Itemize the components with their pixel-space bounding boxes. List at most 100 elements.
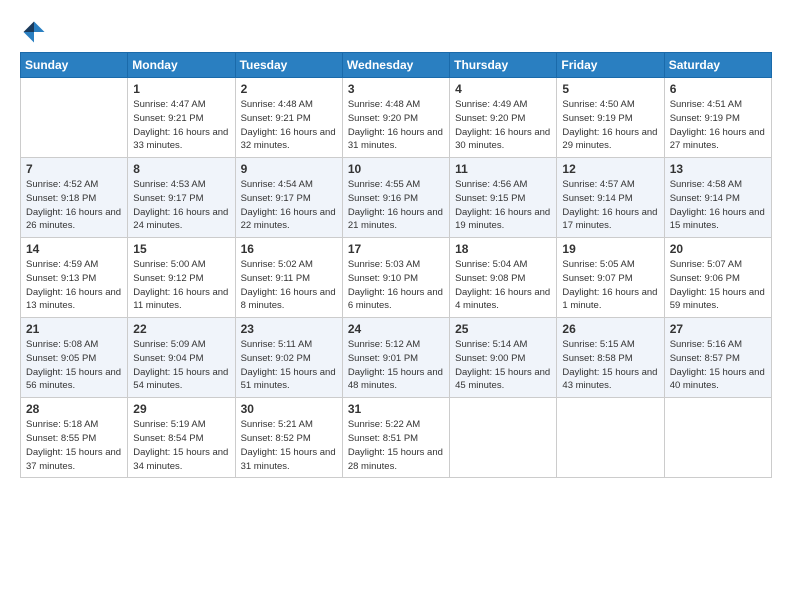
day-info: Sunrise: 5:00 AMSunset: 9:12 PMDaylight:… — [133, 258, 229, 313]
calendar-cell: 12Sunrise: 4:57 AMSunset: 9:14 PMDayligh… — [557, 158, 664, 238]
calendar-cell: 9 Sunrise: 4:54 AMSunset: 9:17 PMDaylight… — [235, 158, 342, 238]
calendar-cell: 19 Sunrise: 5:05 AMSunset: 9:07 PMDayligh… — [557, 238, 664, 318]
calendar-cell: 26Sunrise: 5:15 AMSunset: 8:58 PMDayligh… — [557, 318, 664, 398]
weekday-header-tuesday: Tuesday — [235, 53, 342, 78]
calendar-cell: 27 Sunrise: 5:16 AMSunset: 8:57 PMDayligh… — [664, 318, 771, 398]
day-info: Sunrise: 5:05 AMSunset: 9:07 PMDaylight:… — [562, 258, 658, 313]
day-number: 11 — [455, 162, 551, 176]
day-info: Sunrise: 5:12 AMSunset: 9:01 PMDaylight:… — [348, 338, 444, 393]
day-number: 2 — [241, 82, 337, 96]
day-number: 30 — [241, 402, 337, 416]
calendar-cell: 17Sunrise: 5:03 AMSunset: 9:10 PMDayligh… — [342, 238, 449, 318]
weekday-header-thursday: Thursday — [450, 53, 557, 78]
calendar-cell: 7 Sunrise: 4:52 AMSunset: 9:18 PMDaylight… — [21, 158, 128, 238]
calendar-cell: 21Sunrise: 5:08 AMSunset: 9:05 PMDayligh… — [21, 318, 128, 398]
day-info: Sunrise: 4:53 AMSunset: 9:17 PMDaylight:… — [133, 178, 229, 233]
day-number: 5 — [562, 82, 658, 96]
day-info: Sunrise: 5:07 AMSunset: 9:06 PMDaylight:… — [670, 258, 766, 313]
day-number: 23 — [241, 322, 337, 336]
calendar-cell: 1Sunrise: 4:47 AMSunset: 9:21 PMDaylight… — [128, 78, 235, 158]
calendar-cell: 25Sunrise: 5:14 AMSunset: 9:00 PMDayligh… — [450, 318, 557, 398]
day-number: 9 — [241, 162, 337, 176]
weekday-header-monday: Monday — [128, 53, 235, 78]
day-number: 6 — [670, 82, 766, 96]
day-number: 12 — [562, 162, 658, 176]
calendar-cell: 28 Sunrise: 5:18 AMSunset: 8:55 PMDayligh… — [21, 398, 128, 478]
day-info: Sunrise: 5:04 AMSunset: 9:08 PMDaylight:… — [455, 258, 551, 313]
day-number: 14 — [26, 242, 122, 256]
day-number: 16 — [241, 242, 337, 256]
calendar-cell: 23 Sunrise: 5:11 AMSunset: 9:02 PMDayligh… — [235, 318, 342, 398]
day-info: Sunrise: 4:50 AMSunset: 9:19 PMDaylight:… — [562, 98, 658, 153]
day-info: Sunrise: 4:48 AMSunset: 9:20 PMDaylight:… — [348, 98, 444, 153]
day-number: 25 — [455, 322, 551, 336]
day-info: Sunrise: 4:59 AMSunset: 9:13 PMDaylight:… — [26, 258, 122, 313]
day-number: 7 — [26, 162, 122, 176]
day-number: 13 — [670, 162, 766, 176]
page: SundayMondayTuesdayWednesdayThursdayFrid… — [0, 0, 792, 612]
day-info: Sunrise: 4:58 AMSunset: 9:14 PMDaylight:… — [670, 178, 766, 233]
calendar-cell: 24 Sunrise: 5:12 AMSunset: 9:01 PMDayligh… — [342, 318, 449, 398]
calendar-cell — [450, 398, 557, 478]
weekday-header-sunday: Sunday — [21, 53, 128, 78]
day-number: 24 — [348, 322, 444, 336]
day-number: 1 — [133, 82, 229, 96]
day-info: Sunrise: 4:52 AMSunset: 9:18 PMDaylight:… — [26, 178, 122, 233]
calendar-cell: 4Sunrise: 4:49 AMSunset: 9:20 PMDaylight… — [450, 78, 557, 158]
day-info: Sunrise: 4:54 AMSunset: 9:17 PMDaylight:… — [241, 178, 337, 233]
day-number: 29 — [133, 402, 229, 416]
calendar-table: SundayMondayTuesdayWednesdayThursdayFrid… — [20, 52, 772, 478]
calendar-header: SundayMondayTuesdayWednesdayThursdayFrid… — [21, 53, 772, 78]
calendar-cell — [21, 78, 128, 158]
day-info: Sunrise: 5:16 AMSunset: 8:57 PMDaylight:… — [670, 338, 766, 393]
calendar-cell: 13 Sunrise: 4:58 AMSunset: 9:14 PMDayligh… — [664, 158, 771, 238]
calendar-week-2: 7 Sunrise: 4:52 AMSunset: 9:18 PMDaylight… — [21, 158, 772, 238]
calendar-week-3: 14 Sunrise: 4:59 AMSunset: 9:13 PMDayligh… — [21, 238, 772, 318]
logo — [20, 18, 52, 46]
calendar-cell: 29 Sunrise: 5:19 AMSunset: 8:54 PMDayligh… — [128, 398, 235, 478]
calendar-cell: 5 Sunrise: 4:50 AMSunset: 9:19 PMDaylight… — [557, 78, 664, 158]
day-info: Sunrise: 5:19 AMSunset: 8:54 PMDaylight:… — [133, 418, 229, 473]
calendar-cell: 11 Sunrise: 4:56 AMSunset: 9:15 PMDayligh… — [450, 158, 557, 238]
day-number: 19 — [562, 242, 658, 256]
day-number: 26 — [562, 322, 658, 336]
calendar-cell — [664, 398, 771, 478]
calendar-cell: 18 Sunrise: 5:04 AMSunset: 9:08 PMDayligh… — [450, 238, 557, 318]
day-number: 31 — [348, 402, 444, 416]
day-info: Sunrise: 5:21 AMSunset: 8:52 PMDaylight:… — [241, 418, 337, 473]
logo-icon — [20, 18, 48, 46]
calendar-week-1: 1Sunrise: 4:47 AMSunset: 9:21 PMDaylight… — [21, 78, 772, 158]
day-number: 8 — [133, 162, 229, 176]
calendar-cell: 14 Sunrise: 4:59 AMSunset: 9:13 PMDayligh… — [21, 238, 128, 318]
calendar-cell: 15 Sunrise: 5:00 AMSunset: 9:12 PMDayligh… — [128, 238, 235, 318]
calendar-cell: 8 Sunrise: 4:53 AMSunset: 9:17 PMDaylight… — [128, 158, 235, 238]
day-number: 28 — [26, 402, 122, 416]
calendar-cell: 20Sunrise: 5:07 AMSunset: 9:06 PMDayligh… — [664, 238, 771, 318]
calendar-cell — [557, 398, 664, 478]
day-info: Sunrise: 5:09 AMSunset: 9:04 PMDaylight:… — [133, 338, 229, 393]
day-info: Sunrise: 4:55 AMSunset: 9:16 PMDaylight:… — [348, 178, 444, 233]
day-number: 15 — [133, 242, 229, 256]
day-number: 22 — [133, 322, 229, 336]
calendar-week-5: 28 Sunrise: 5:18 AMSunset: 8:55 PMDayligh… — [21, 398, 772, 478]
day-info: Sunrise: 5:18 AMSunset: 8:55 PMDaylight:… — [26, 418, 122, 473]
calendar-cell: 22 Sunrise: 5:09 AMSunset: 9:04 PMDayligh… — [128, 318, 235, 398]
calendar-cell: 2Sunrise: 4:48 AMSunset: 9:21 PMDaylight… — [235, 78, 342, 158]
weekday-header-saturday: Saturday — [664, 53, 771, 78]
day-number: 27 — [670, 322, 766, 336]
day-number: 21 — [26, 322, 122, 336]
day-info: Sunrise: 5:11 AMSunset: 9:02 PMDaylight:… — [241, 338, 337, 393]
calendar-cell: 30 Sunrise: 5:21 AMSunset: 8:52 PMDayligh… — [235, 398, 342, 478]
day-number: 3 — [348, 82, 444, 96]
day-info: Sunrise: 4:49 AMSunset: 9:20 PMDaylight:… — [455, 98, 551, 153]
calendar-cell: 3 Sunrise: 4:48 AMSunset: 9:20 PMDaylight… — [342, 78, 449, 158]
day-number: 18 — [455, 242, 551, 256]
calendar-cell: 10Sunrise: 4:55 AMSunset: 9:16 PMDayligh… — [342, 158, 449, 238]
day-info: Sunrise: 4:56 AMSunset: 9:15 PMDaylight:… — [455, 178, 551, 233]
day-info: Sunrise: 5:02 AMSunset: 9:11 PMDaylight:… — [241, 258, 337, 313]
calendar-cell: 16 Sunrise: 5:02 AMSunset: 9:11 PMDayligh… — [235, 238, 342, 318]
day-number: 17 — [348, 242, 444, 256]
weekday-header-wednesday: Wednesday — [342, 53, 449, 78]
calendar-cell: 6Sunrise: 4:51 AMSunset: 9:19 PMDaylight… — [664, 78, 771, 158]
calendar-week-4: 21Sunrise: 5:08 AMSunset: 9:05 PMDayligh… — [21, 318, 772, 398]
